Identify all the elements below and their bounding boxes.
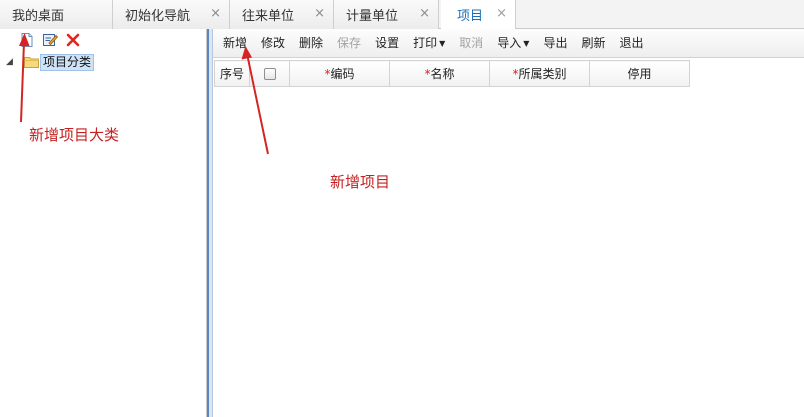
arrow-to-add-item bbox=[241, 46, 269, 155]
annotation-new-category: 新增项目大类 bbox=[29, 126, 120, 144]
arrow-to-new-category bbox=[19, 33, 30, 123]
annotation-new-item: 新增项目 bbox=[330, 173, 391, 191]
annotation-arrows bbox=[19, 33, 269, 155]
